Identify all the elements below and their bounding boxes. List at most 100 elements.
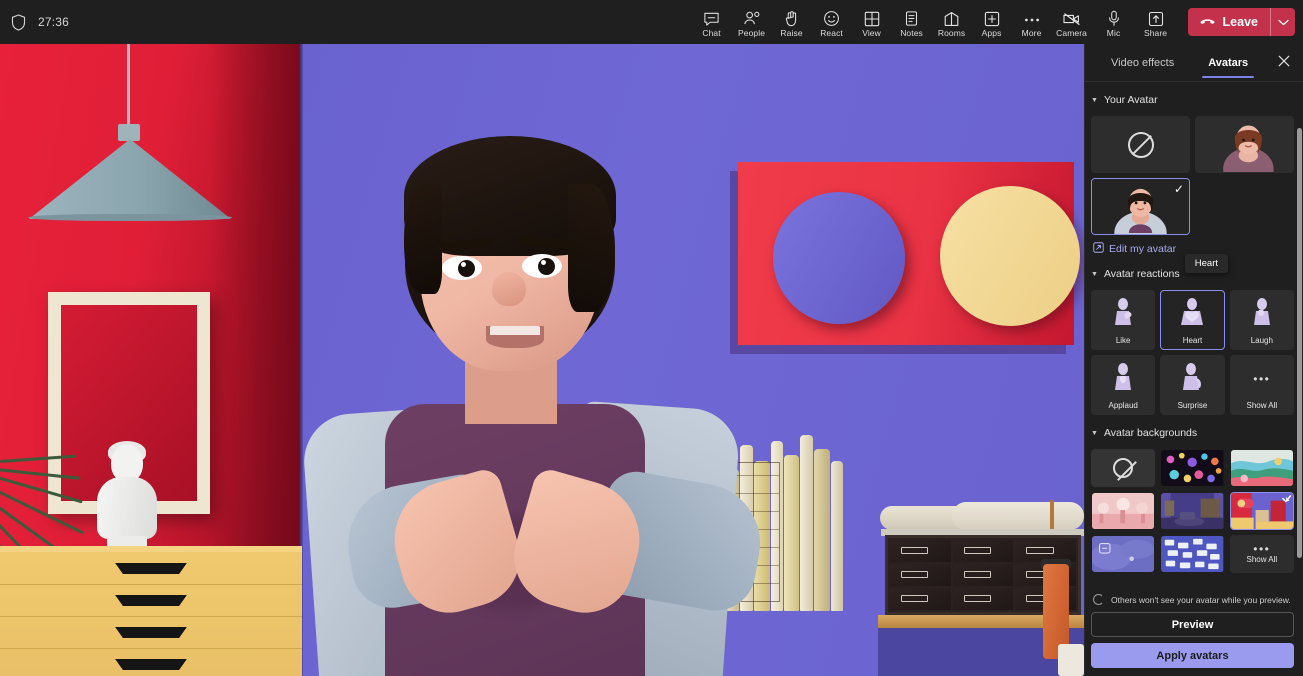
- reaction-surprise[interactable]: Surprise: [1160, 355, 1224, 415]
- more-ellipsis-icon: •••: [1253, 356, 1270, 401]
- toolbar-right-group: Camera Mic Share Leave: [1052, 0, 1303, 44]
- paper-roll-right: [952, 502, 1084, 530]
- selected-check-icon: ✓: [1174, 182, 1184, 196]
- background-show-all[interactable]: ••• Show All: [1230, 535, 1294, 573]
- white-tube: [1058, 644, 1084, 676]
- reaction-laugh[interactable]: Laugh: [1230, 290, 1294, 350]
- view-button[interactable]: View: [852, 1, 892, 43]
- avatar-nose: [492, 272, 526, 306]
- apps-button[interactable]: Apps: [972, 1, 1012, 43]
- rooms-button[interactable]: Rooms: [932, 1, 972, 43]
- notes-icon: [904, 7, 919, 27]
- chat-icon: [703, 7, 720, 27]
- section-your-avatar-header[interactable]: ▼ Your Avatar: [1091, 89, 1294, 111]
- chat-button[interactable]: Chat: [692, 1, 732, 43]
- reaction-like-figure: [1108, 291, 1138, 336]
- dresser: [0, 552, 302, 676]
- reaction-surprise-label: Surprise: [1178, 401, 1208, 410]
- background-studio[interactable]: [1230, 492, 1294, 530]
- avatar-pupil-left: [458, 260, 475, 277]
- camera-button[interactable]: Camera: [1052, 1, 1092, 43]
- chat-label: Chat: [702, 29, 720, 38]
- raise-hand-button[interactable]: Raise: [772, 1, 812, 43]
- avatar-backgrounds-grid: ••• Show All: [1091, 449, 1294, 573]
- avatar-pupil-right: [538, 258, 555, 275]
- meeting-body: Video effects Avatars ▼ Your Avatar: [0, 44, 1303, 676]
- preview-notice-label: Others won't see your avatar while you p…: [1111, 595, 1291, 605]
- background-none[interactable]: [1091, 449, 1155, 487]
- panel-scroll-area[interactable]: ▼ Your Avatar: [1085, 82, 1303, 588]
- reaction-like-label: Like: [1116, 336, 1131, 345]
- section-avatar-backgrounds-title: Avatar backgrounds: [1104, 427, 1197, 439]
- panel-scrollbar[interactable]: [1297, 128, 1302, 558]
- tab-video-effects[interactable]: Video effects: [1107, 44, 1178, 82]
- leave-dropdown-button[interactable]: [1271, 8, 1295, 36]
- more-label: More: [1022, 29, 1042, 38]
- reaction-like[interactable]: Like: [1091, 290, 1155, 350]
- avatar-eye-right: [522, 254, 562, 278]
- avatar-tile-option-2[interactable]: ✓: [1091, 178, 1190, 235]
- reaction-applaud-label: Applaud: [1108, 401, 1137, 410]
- notes-button[interactable]: Notes: [892, 1, 932, 43]
- view-grid-icon: [864, 7, 880, 27]
- teams-meeting-window: 27:36 Chat People Raise: [0, 0, 1303, 676]
- background-livingroom[interactable]: [1160, 492, 1224, 530]
- people-icon: [743, 7, 761, 27]
- reaction-show-all[interactable]: ••• Show All: [1230, 355, 1294, 415]
- background-abstract[interactable]: [1230, 449, 1294, 487]
- view-label: View: [862, 29, 881, 38]
- toolbar-center-group: Chat People Raise React: [692, 0, 1052, 44]
- close-icon: [1278, 54, 1290, 72]
- raise-label: Raise: [780, 29, 802, 38]
- tab-avatars[interactable]: Avatars: [1204, 44, 1252, 82]
- preview-button[interactable]: Preview: [1091, 612, 1294, 637]
- section-avatar-backgrounds-header[interactable]: ▼ Avatar backgrounds: [1091, 422, 1294, 444]
- reaction-applaud[interactable]: Applaud: [1091, 355, 1155, 415]
- share-label: Share: [1144, 29, 1167, 38]
- tab-video-effects-label: Video effects: [1111, 57, 1174, 69]
- effects-panel: Video effects Avatars ▼ Your Avatar: [1084, 44, 1303, 676]
- paper-roll-band: [1050, 500, 1054, 532]
- video-stage[interactable]: [0, 44, 1084, 676]
- avatar-hair-left: [404, 184, 442, 294]
- avatar-hair-right: [568, 184, 614, 312]
- react-button[interactable]: React: [812, 1, 852, 43]
- tab-avatars-label: Avatars: [1208, 57, 1248, 69]
- bust-statue: [95, 444, 159, 562]
- leave-button[interactable]: Leave: [1188, 8, 1270, 36]
- reaction-applaud-figure: [1108, 356, 1138, 401]
- more-button[interactable]: More: [1012, 1, 1052, 43]
- preview-notice: Others won't see your avatar while you p…: [1091, 588, 1294, 612]
- reaction-show-all-label: Show All: [1246, 401, 1277, 410]
- external-link-icon: [1093, 242, 1104, 256]
- background-notes[interactable]: [1160, 535, 1224, 573]
- background-lights[interactable]: [1160, 449, 1224, 487]
- apply-avatars-button-label: Apply avatars: [1156, 650, 1228, 662]
- avatar-scene: [0, 44, 1084, 676]
- notes-label: Notes: [900, 29, 923, 38]
- avatar-tile-option-1[interactable]: [1195, 116, 1294, 173]
- background-blue[interactable]: [1091, 535, 1155, 573]
- react-smiley-icon: [823, 7, 840, 27]
- avatar-eye-left: [442, 256, 482, 280]
- reaction-laugh-label: Laugh: [1251, 336, 1273, 345]
- mic-button[interactable]: Mic: [1094, 1, 1134, 43]
- chevron-down-icon: ▼: [1091, 430, 1098, 437]
- wall-art-circle-yellow: [940, 186, 1080, 326]
- camera-label: Camera: [1056, 29, 1087, 38]
- apply-avatars-button[interactable]: Apply avatars: [1091, 643, 1294, 668]
- share-button[interactable]: Share: [1136, 1, 1176, 43]
- reaction-laugh-figure: [1247, 291, 1277, 336]
- leave-button-group[interactable]: Leave: [1188, 8, 1295, 36]
- reaction-heart[interactable]: Heart: [1160, 290, 1224, 350]
- people-button[interactable]: People: [732, 1, 772, 43]
- section-avatar-reactions-header[interactable]: ▼ Avatar reactions Heart: [1091, 263, 1294, 285]
- more-ellipsis-icon: [1023, 7, 1041, 27]
- preview-button-label: Preview: [1172, 619, 1214, 631]
- mic-icon: [1107, 7, 1121, 27]
- panel-close-button[interactable]: [1273, 52, 1295, 74]
- background-candyland[interactable]: [1091, 492, 1155, 530]
- react-label: React: [820, 29, 843, 38]
- avatar-tile-none[interactable]: [1091, 116, 1190, 173]
- no-background-icon: [1113, 458, 1133, 478]
